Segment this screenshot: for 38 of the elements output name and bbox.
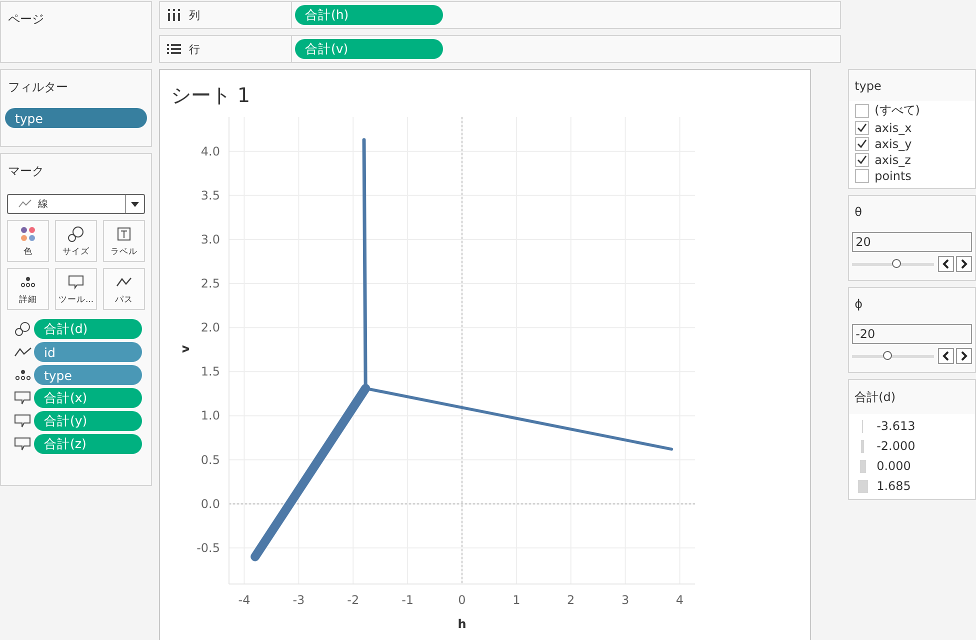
x-axis-title: h: [458, 617, 466, 631]
y-tick-label: 1.0: [200, 408, 220, 423]
y-tick-label: 2.5: [200, 276, 220, 291]
y-tick-label: 1.5: [200, 364, 220, 379]
y-tick-label: 0.0: [200, 496, 220, 511]
y-tick-label: 2.0: [200, 320, 220, 335]
legend-label: 0.000: [876, 459, 911, 473]
legend-label: 1.685: [876, 479, 911, 493]
y-tick-label: -0.5: [196, 540, 220, 555]
y-tick-label: 0.5: [200, 452, 220, 467]
legend-label: -2.000: [876, 439, 916, 453]
sheet-title: シート 1: [170, 82, 252, 109]
card-title: マーク: [7, 163, 45, 180]
shelf-label: 行: [189, 42, 200, 56]
y-tick-label: 3.0: [200, 232, 220, 246]
card-title: フィルター: [7, 79, 69, 96]
x-tick-label: -3: [292, 593, 305, 607]
checkbox-label: axis_y: [874, 137, 912, 151]
y-tick-label: 4.0: [200, 144, 220, 158]
x-tick-label: 4: [676, 593, 684, 607]
y-tick-label: 3.5: [200, 188, 220, 202]
checkbox-label: axis_x: [874, 121, 912, 135]
x-tick-label: -2: [347, 593, 360, 607]
checkbox-label: (すべて): [874, 102, 920, 119]
x-tick-label: 1: [512, 593, 520, 607]
x-tick-label: -4: [238, 593, 250, 607]
mark-type-label: 線: [38, 198, 49, 211]
y-axis-title: v: [178, 345, 192, 353]
x-tick-label: 0: [458, 593, 466, 607]
card-title: ページ: [7, 11, 45, 28]
checkbox-label: axis_z: [874, 153, 911, 167]
shelf-label: 列: [189, 8, 200, 22]
x-tick-label: 3: [622, 593, 630, 607]
legend-label: -3.613: [876, 419, 916, 433]
x-tick-label: 2: [567, 593, 575, 607]
checkbox-label: points: [874, 169, 912, 183]
card-title: type: [848, 70, 975, 101]
x-tick-label: -1: [402, 593, 414, 607]
